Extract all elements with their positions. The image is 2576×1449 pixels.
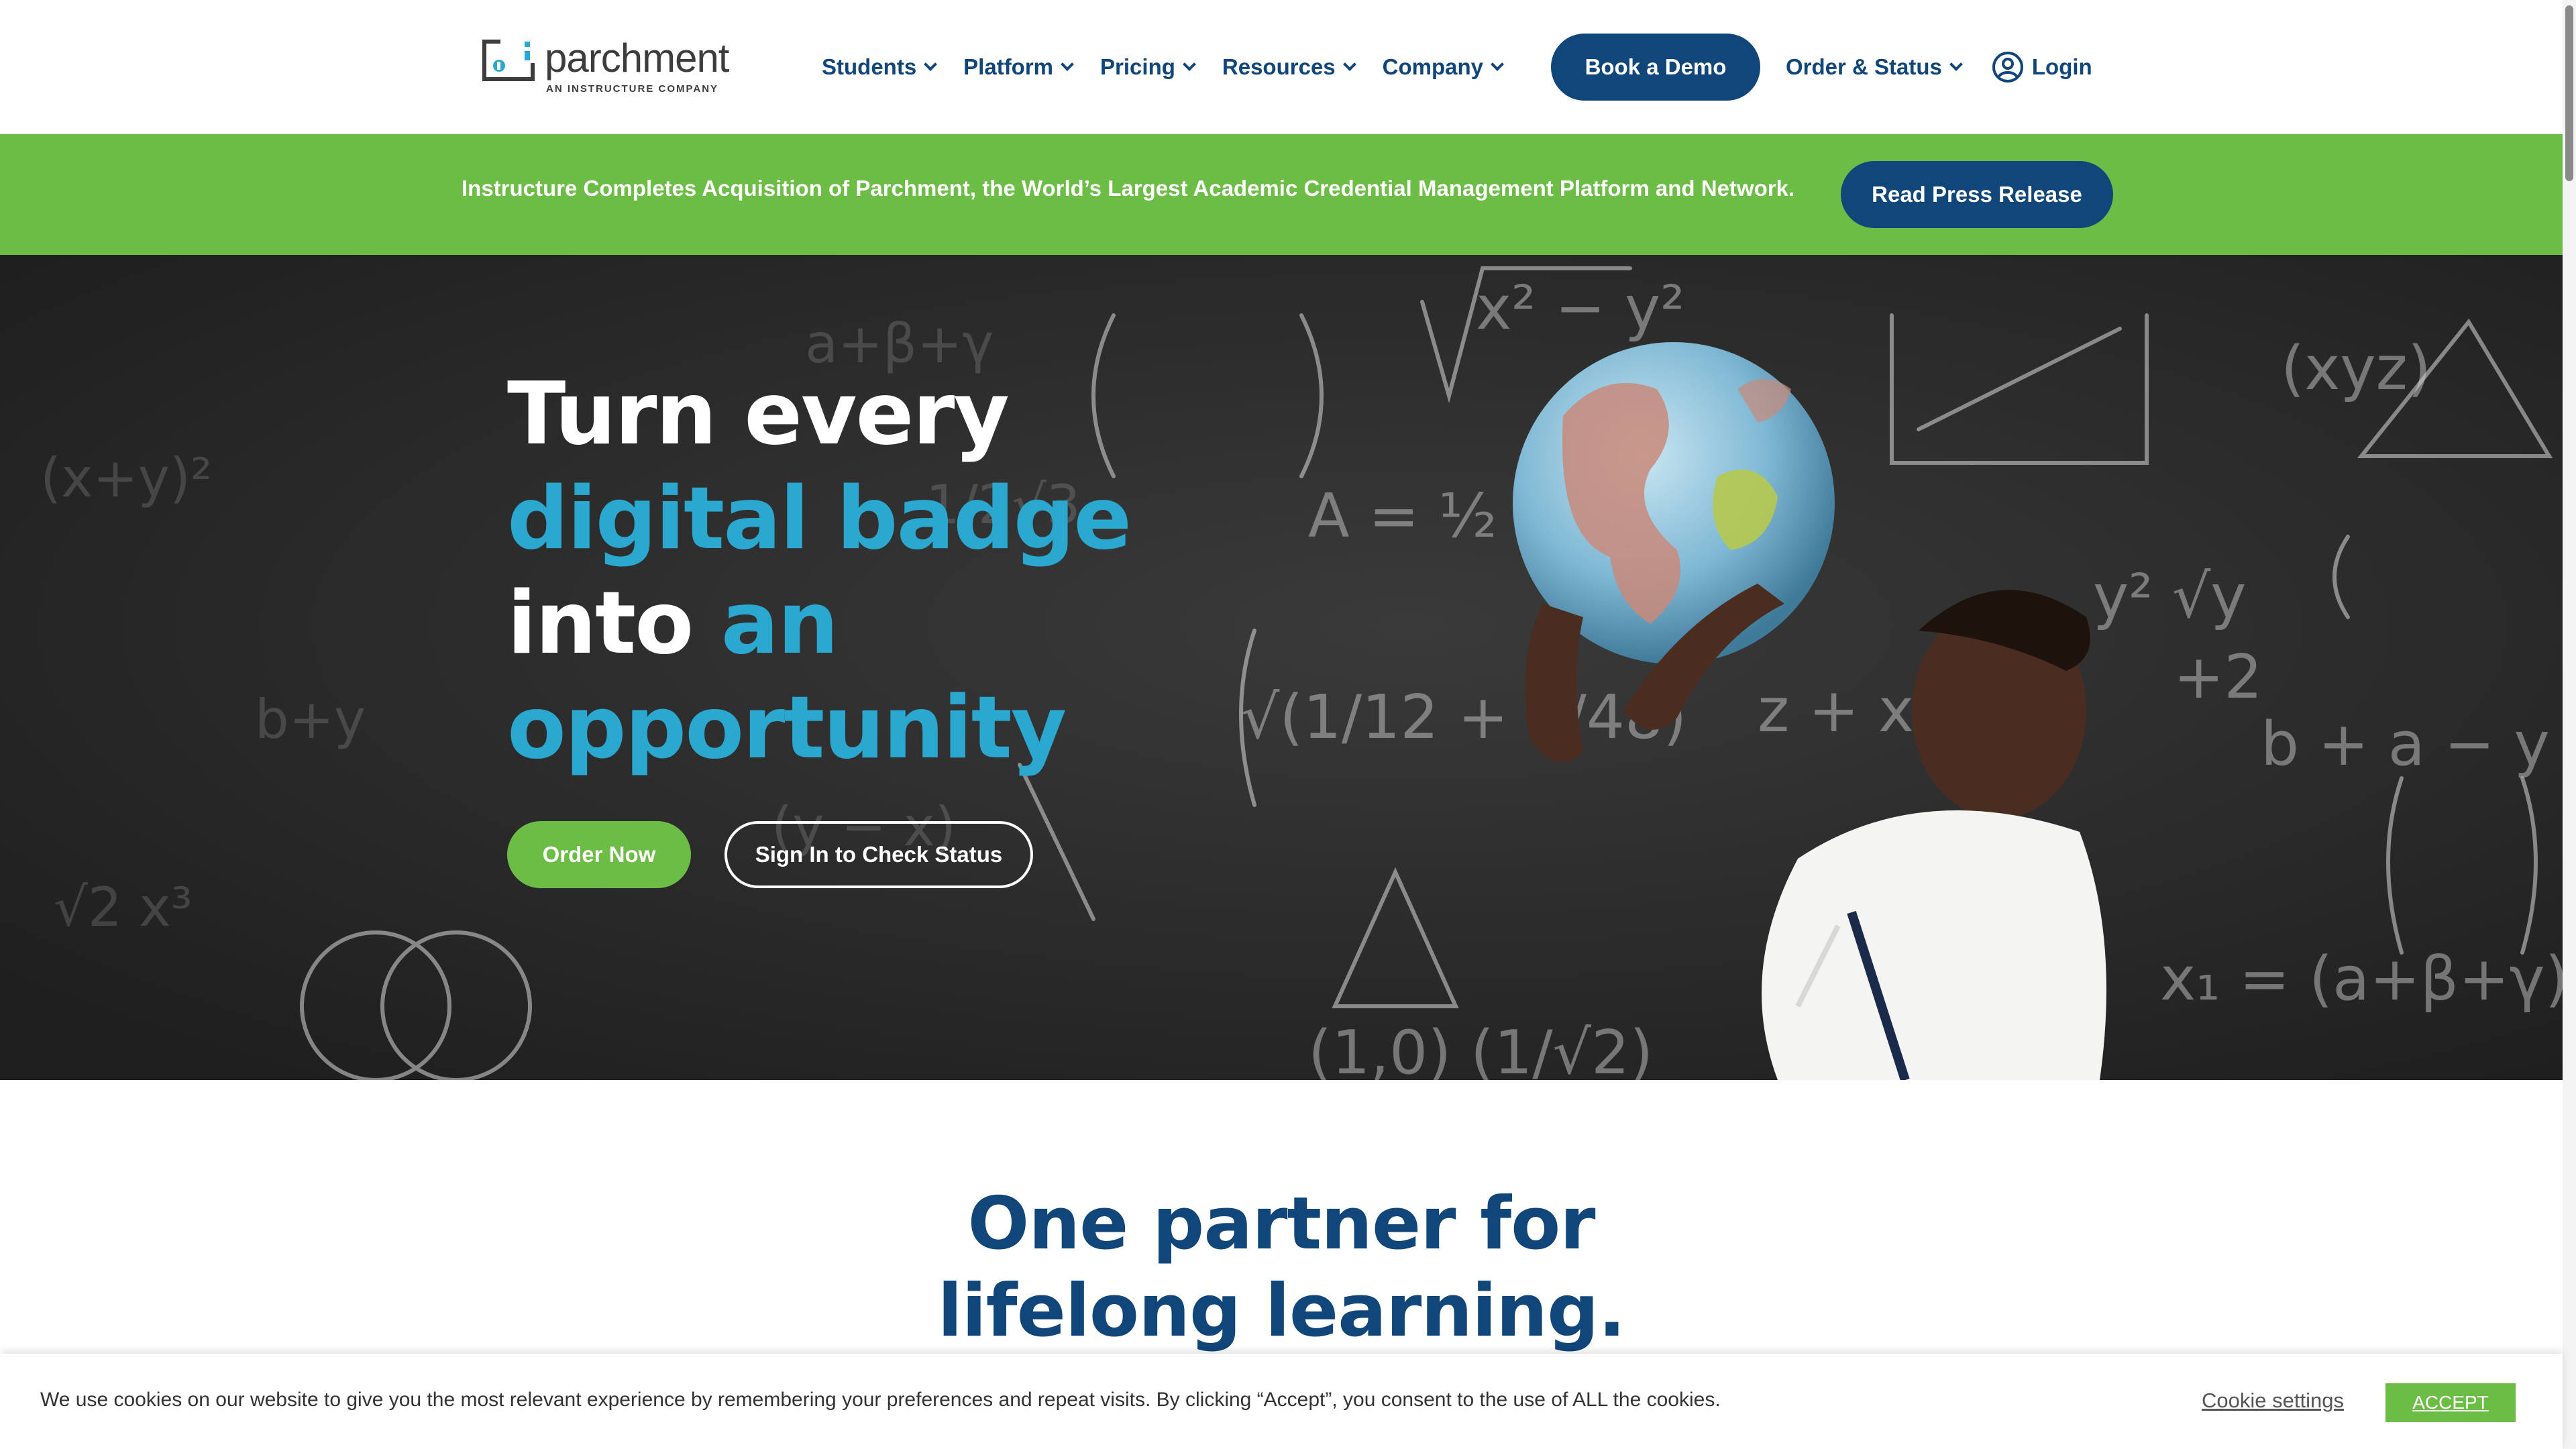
login-link[interactable]: Login [1992,51,2092,83]
brand-name: parchment [545,36,729,80]
site-header: parchment AN INSTRUCTURE COMPANY Student… [0,0,2563,134]
headline-line-3a: into [507,574,694,674]
svg-text:x₁ = (a+β+γ): x₁ = (a+β+γ) [2160,944,2563,1014]
cookie-settings-link[interactable]: Cookie settings [2202,1389,2344,1413]
read-press-release-button[interactable]: Read Press Release [1841,161,2113,228]
sign-in-check-status-button[interactable]: Sign In to Check Status [724,821,1033,888]
chevron-down-icon [1342,58,1356,71]
section-title: One partner for lifelong learning. [879,1181,1684,1355]
chevron-down-icon [1491,58,1504,71]
nav-company-label: Company [1382,54,1484,79]
svg-text:z + x: z + x [1758,676,1914,746]
cookie-consent-bar: We use cookies on our website to give yo… [0,1354,2563,1449]
page-scrollbar[interactable] [2563,0,2576,1449]
nav-resources[interactable]: Resources [1222,54,1356,80]
nav-platform[interactable]: Platform [963,54,1074,80]
accept-cookies-button[interactable]: ACCEPT [2385,1383,2516,1422]
headline-line-3b: an [720,574,839,674]
nav-platform-label: Platform [963,54,1054,79]
hero-headline: Turn every digital badge into an opportu… [507,362,1312,781]
nav-right: Order & Status Login [1786,34,2092,101]
nav-resources-label: Resources [1222,54,1336,79]
svg-text:+2: +2 [2174,642,2263,712]
chevron-down-icon [1182,58,1196,71]
order-now-button[interactable]: Order Now [507,821,691,888]
svg-text:(xyz): (xyz) [2281,333,2431,404]
svg-text:(1,0) (1/√2): (1,0) (1/√2) [1308,1018,1653,1080]
brand-tagline: AN INSTRUCTURE COMPANY [546,83,719,95]
svg-text:(x+y)²: (x+y)² [40,447,212,509]
headline-line-1: Turn every [507,364,1010,464]
scrollbar-thumb[interactable] [2565,5,2573,181]
hero-section: x² − y² A = ½ bh y² √y √(1/12 + 1/48) z … [0,255,2563,1080]
nav-pricing[interactable]: Pricing [1100,54,1196,80]
nav-pricing-label: Pricing [1100,54,1175,79]
svg-text:b+y: b+y [255,688,366,751]
section-title-line-2: lifelong learning. [937,1269,1626,1353]
svg-text:b + a − y: b + a − y [2261,709,2550,780]
parchment-logo-icon [482,40,535,81]
nav-order-status-label: Order & Status [1786,54,1942,79]
login-label: Login [2031,54,2092,79]
nav-students-label: Students [822,54,917,79]
headline-line-2: digital badge [507,469,1132,569]
main-nav: Students Platform Pricing Resources Comp… [822,34,1530,101]
svg-text:√2 x³: √2 x³ [54,876,193,938]
chevron-down-icon [1061,58,1074,71]
nav-students[interactable]: Students [822,54,938,80]
banner-text: Instructure Completes Acquisition of Par… [462,176,1795,201]
svg-text:x² − y²: x² − y² [1476,273,1684,343]
chevron-down-icon [924,58,938,71]
cookie-message: We use cookies on our website to give yo… [40,1389,1721,1411]
headline-line-4: opportunity [507,678,1067,778]
nav-company[interactable]: Company [1382,54,1504,80]
announcement-banner: Instructure Completes Acquisition of Par… [0,134,2563,255]
book-demo-button[interactable]: Book a Demo [1551,34,1760,101]
svg-text:y² √y: y² √y [2093,561,2247,632]
nav-order-status[interactable]: Order & Status [1786,54,1963,80]
chevron-down-icon [1949,58,1963,71]
parchment-logo[interactable]: parchment AN INSTRUCTURE COMPANY [482,36,729,98]
section-title-line-1: One partner for [967,1182,1595,1266]
user-circle-icon [1992,52,2023,83]
